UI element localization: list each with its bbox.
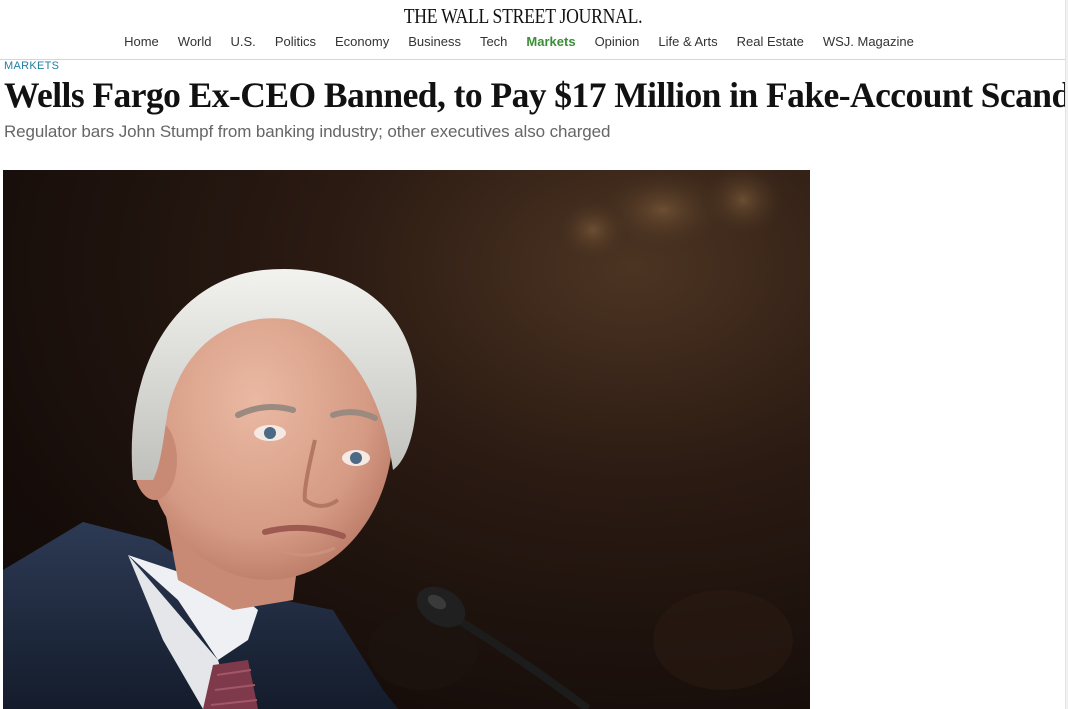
nav-item-markets[interactable]: Markets bbox=[517, 34, 585, 49]
nav-item-politics[interactable]: Politics bbox=[265, 34, 325, 49]
nav-item-economy[interactable]: Economy bbox=[326, 34, 399, 49]
nav-item-business[interactable]: Business bbox=[399, 34, 471, 49]
article-page: THE WALL STREET JOURNAL. Home World U.S.… bbox=[0, 0, 1068, 709]
nav-divider bbox=[0, 59, 1068, 60]
photo-illustration bbox=[3, 170, 793, 709]
article-photo bbox=[3, 170, 810, 709]
nav-item-tech[interactable]: Tech bbox=[470, 34, 516, 49]
main-nav: Home World U.S. Politics Economy Busines… bbox=[0, 34, 1038, 49]
nav-item-real-estate[interactable]: Real Estate bbox=[727, 34, 813, 49]
category-link[interactable]: MARKETS bbox=[4, 60, 59, 72]
article-dek: Regulator bars John Stumpf from banking … bbox=[4, 122, 611, 141]
nav-item-world[interactable]: World bbox=[168, 34, 221, 49]
article-headline: Wells Fargo Ex-CEO Banned, to Pay $17 Mi… bbox=[4, 75, 1068, 115]
masthead-logo[interactable]: THE WALL STREET JOURNAL. bbox=[84, 4, 963, 29]
nav-item-opinion[interactable]: Opinion bbox=[585, 34, 649, 49]
nav-item-wsj-magazine[interactable]: WSJ. Magazine bbox=[813, 34, 923, 49]
nav-item-home[interactable]: Home bbox=[115, 34, 169, 49]
nav-item-life-arts[interactable]: Life & Arts bbox=[649, 34, 727, 49]
nav-item-us[interactable]: U.S. bbox=[221, 34, 265, 49]
